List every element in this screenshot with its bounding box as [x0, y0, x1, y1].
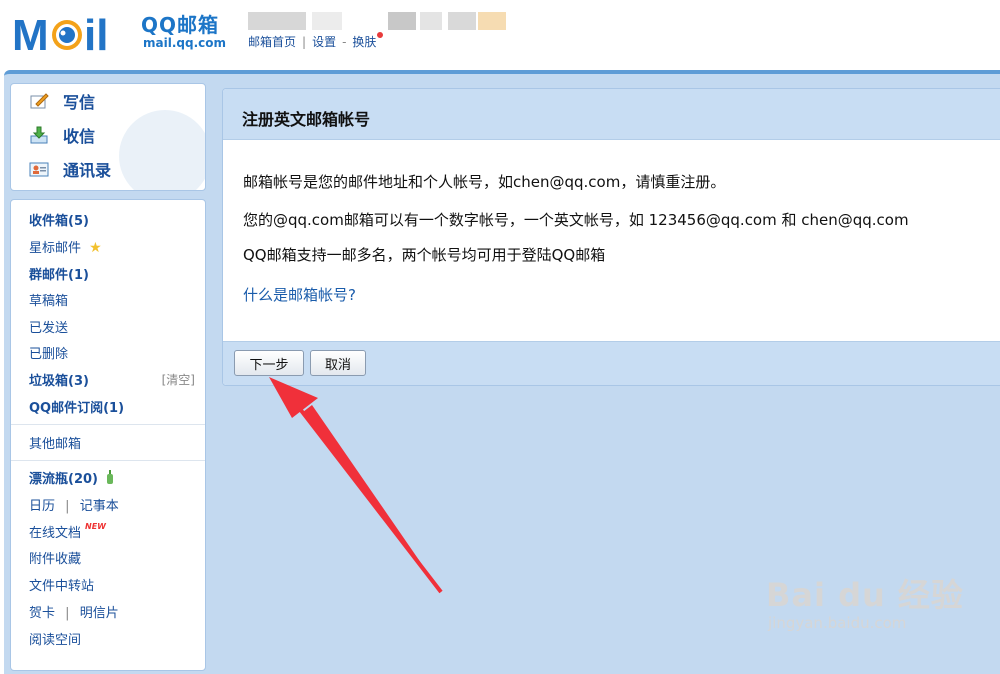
- folder-inbox[interactable]: 收件箱(5): [29, 210, 89, 229]
- postcards-link[interactable]: 明信片: [80, 606, 119, 621]
- separator: -: [342, 35, 347, 49]
- star-icon: ★: [89, 240, 102, 256]
- top-links: 邮箱首页 | 设置 - 换肤: [248, 32, 384, 50]
- compose-label: 写信: [63, 93, 96, 112]
- online-docs-label: 在线文档: [29, 526, 82, 541]
- online-docs-link[interactable]: 在线文档 NEW: [29, 522, 106, 541]
- folder-subscription[interactable]: QQ邮件订阅(1): [29, 397, 124, 416]
- cancel-button[interactable]: 取消: [310, 350, 366, 376]
- info-line-2: 您的@qq.com邮箱可以有一个数字帐号，一个英文帐号，如 123456@qq.…: [243, 211, 909, 229]
- drift-bottle-label: 漂流瓶(20): [29, 472, 98, 487]
- greeting-cards-link[interactable]: 贺卡: [29, 606, 55, 621]
- panel-title: 注册英文邮箱帐号: [242, 110, 371, 129]
- settings-link[interactable]: 设置: [312, 35, 336, 49]
- panel-footer: 下一步 取消: [223, 341, 1000, 385]
- receive-button[interactable]: 收信: [29, 122, 95, 148]
- baidu-watermark: Bai du 经验 jingyan.baidu.com: [766, 570, 996, 650]
- folder-deleted[interactable]: 已删除: [29, 343, 68, 362]
- contacts-label: 通讯录: [63, 161, 112, 180]
- sidebar: 写信 收信 通讯录 收件箱(5) 星标邮件 ★ 群邮件(1) 草稿箱 已发送 已…: [10, 83, 206, 671]
- info-line-1: 邮箱帐号是您的邮件地址和个人帐号，如chen@qq.com，请慎重注册。: [243, 173, 726, 191]
- notes-link[interactable]: 记事本: [80, 499, 119, 514]
- user-name-blurred: [248, 12, 508, 30]
- calendar-notes-row: 日历 | 记事本: [29, 495, 119, 514]
- file-transfer-link[interactable]: 文件中转站: [29, 575, 94, 594]
- change-skin-link[interactable]: 换肤: [352, 35, 376, 49]
- logo-url: mail.qq.com: [143, 36, 226, 50]
- quick-actions: 写信 收信 通讯录: [10, 83, 206, 191]
- watermark-sub: jingyan.baidu.com: [768, 614, 907, 632]
- next-step-button[interactable]: 下一步: [234, 350, 304, 376]
- contacts-button[interactable]: 通讯录: [29, 156, 111, 182]
- attachments-link[interactable]: 附件收藏: [29, 548, 81, 567]
- separator: |: [302, 35, 307, 49]
- folder-sent[interactable]: 已发送: [29, 317, 68, 336]
- folder-other-mailboxes[interactable]: 其他邮箱: [29, 433, 81, 452]
- cards-row: 贺卡 | 明信片: [29, 602, 119, 621]
- folder-drift-bottle[interactable]: 漂流瓶(20): [29, 468, 114, 487]
- divider: [11, 460, 205, 461]
- clear-spam-link[interactable]: [清空]: [162, 371, 195, 388]
- divider: [11, 424, 205, 425]
- compose-icon: [30, 93, 49, 109]
- calendar-link[interactable]: 日历: [29, 499, 55, 514]
- inbox-download-icon: [30, 126, 48, 144]
- bottle-icon: [106, 470, 113, 484]
- folder-drafts[interactable]: 草稿箱: [29, 290, 68, 309]
- svg-text:M: M: [12, 11, 49, 56]
- logo-title: QQ邮箱: [141, 13, 220, 37]
- folder-starred-label: 星标邮件: [29, 241, 82, 256]
- register-panel: 注册英文邮箱帐号 邮箱帐号是您的邮件地址和个人帐号，如chen@qq.com，请…: [222, 88, 1000, 386]
- folder-group[interactable]: 群邮件(1): [29, 264, 89, 283]
- what-is-account-link[interactable]: 什么是邮箱帐号?: [243, 284, 356, 305]
- stamp-decoration: [119, 110, 205, 190]
- contacts-icon: [29, 162, 49, 177]
- header: M il QQ邮箱 mail.qq.com 邮箱首页 | 设置 - 换肤: [0, 0, 1000, 72]
- compose-button[interactable]: 写信: [29, 88, 95, 114]
- info-line-3: QQ邮箱支持一邮多名，两个帐号均可用于登陆QQ邮箱: [243, 246, 606, 264]
- watermark-main: Bai du 经验: [766, 576, 964, 614]
- separator: |: [65, 499, 70, 514]
- folder-spam[interactable]: 垃圾箱(3): [29, 370, 89, 389]
- svg-text:il: il: [84, 11, 108, 56]
- notification-dot: [377, 32, 384, 38]
- folder-list: 收件箱(5) 星标邮件 ★ 群邮件(1) 草稿箱 已发送 已删除 垃圾箱(3) …: [10, 199, 206, 671]
- reading-space-link[interactable]: 阅读空间: [29, 629, 81, 648]
- panel-header: 注册英文邮箱帐号: [223, 89, 1000, 140]
- receive-label: 收信: [63, 127, 96, 146]
- folder-starred[interactable]: 星标邮件 ★: [29, 237, 102, 256]
- new-badge: NEW: [85, 522, 106, 531]
- separator: |: [65, 606, 70, 621]
- mail-home-link[interactable]: 邮箱首页: [248, 35, 296, 49]
- mail-logo[interactable]: M il: [12, 8, 134, 56]
